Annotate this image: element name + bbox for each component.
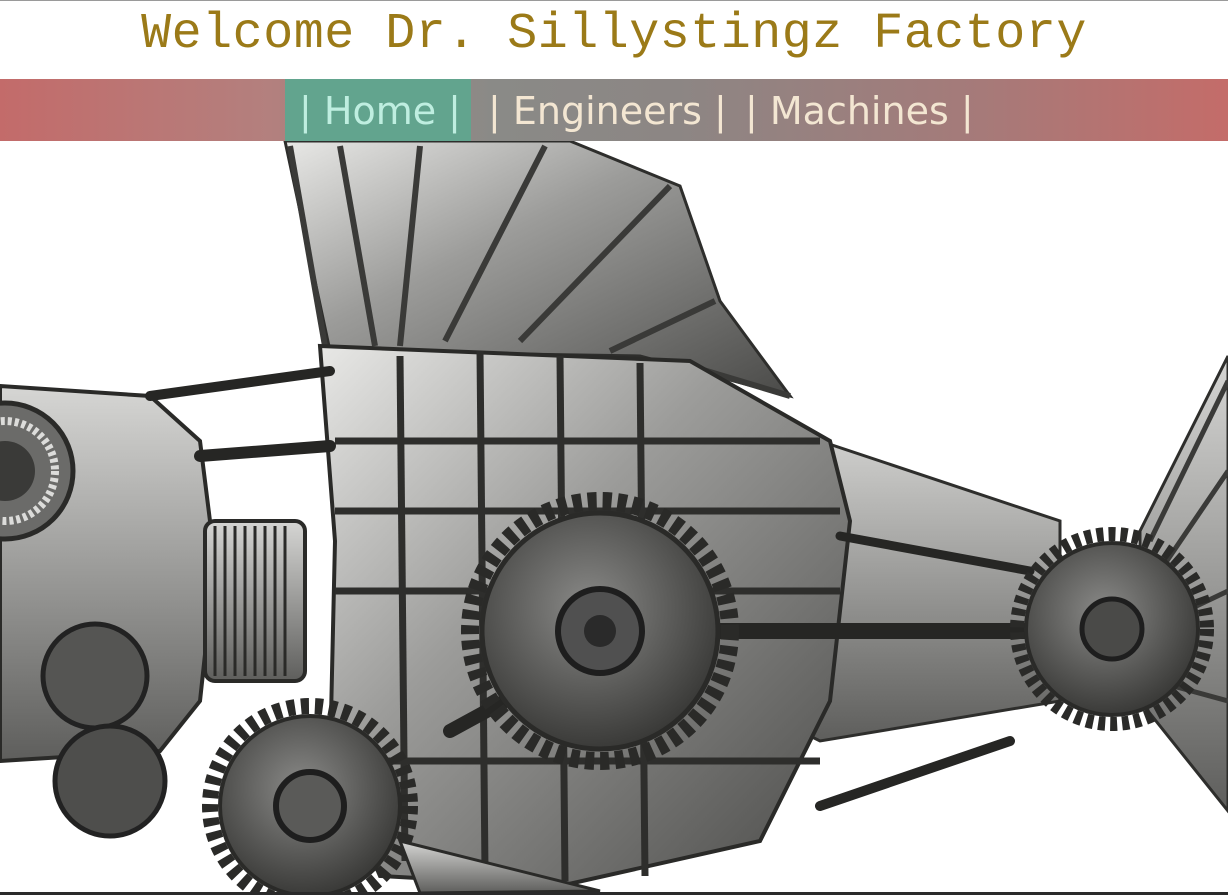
nav-home[interactable]: | Home | (285, 79, 471, 141)
lower-gear (202, 698, 418, 893)
page-title: Welcome Dr. Sillystingz Factory (141, 6, 1087, 63)
nav-machines[interactable]: | Machines | (745, 79, 974, 141)
nav-engineers[interactable]: | Engineers | (488, 79, 727, 141)
site-header: Welcome Dr. Sillystingz Factory (0, 1, 1228, 79)
mechanical-fish-illustration (0, 141, 1228, 893)
hero-image (0, 141, 1228, 893)
main-nav: | Home | | Engineers | | Machines | (0, 79, 1228, 141)
